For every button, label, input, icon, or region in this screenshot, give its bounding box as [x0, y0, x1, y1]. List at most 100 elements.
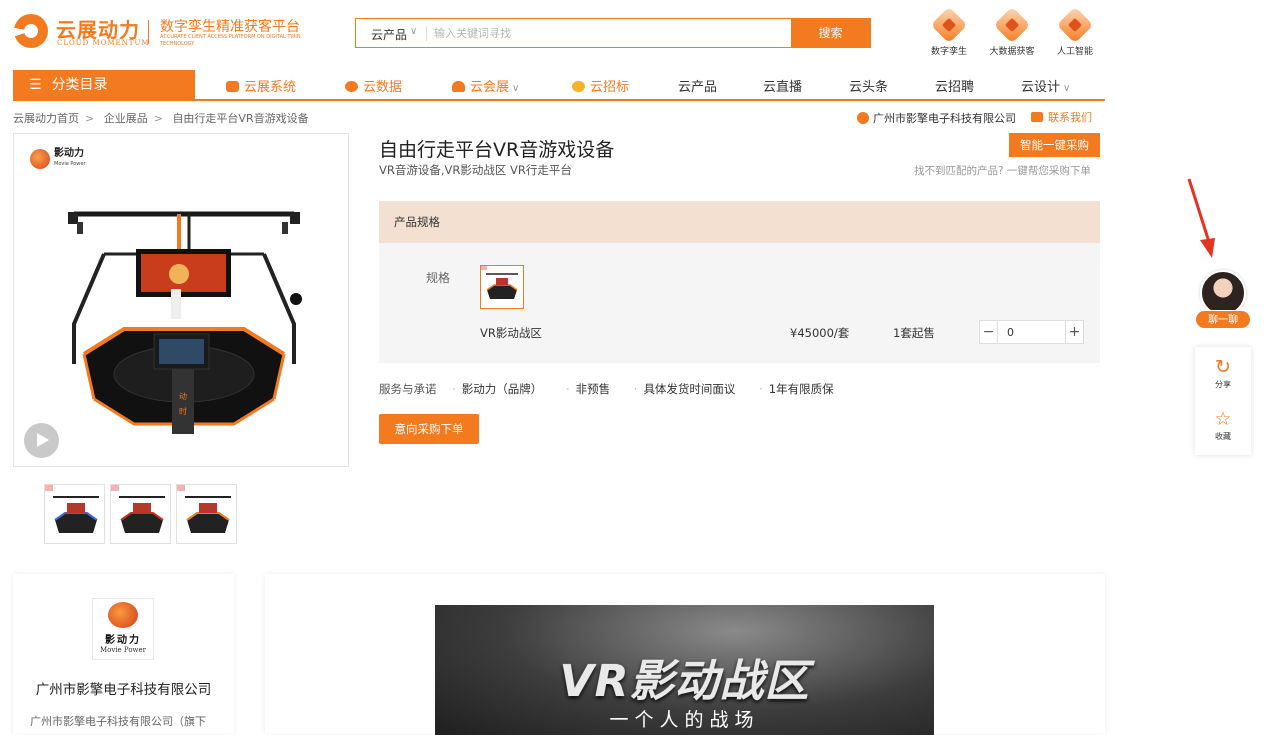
product-banner-image: VR影动战区 一个人的战场: [435, 605, 934, 735]
search-divider: [426, 26, 427, 41]
nav-item-headlines[interactable]: 云头条: [849, 76, 888, 95]
slogan: 数字孪生精准获客平台: [160, 19, 300, 35]
spec-option-name: VR影动战区: [480, 326, 542, 340]
chevron-down-icon[interactable]: ∨: [410, 26, 417, 37]
search-category-select[interactable]: 云产品: [371, 26, 407, 43]
top-link-label: 人工智能: [1056, 47, 1093, 57]
company-logo[interactable]: 影动力 Movie Power: [92, 598, 154, 660]
search-input[interactable]: [434, 23, 784, 43]
spec-label: 规格: [426, 271, 451, 285]
nav-label: 云招标: [590, 80, 630, 95]
logo-text-cn: 影动力: [105, 635, 141, 646]
nav-item-jobs[interactable]: 云招聘: [935, 76, 974, 95]
top-link-ai[interactable]: 人工智能: [1045, 4, 1105, 57]
logo-text-cn: 影动力: [54, 147, 84, 159]
contact-us-label: 联系我们: [1048, 111, 1092, 124]
breadcrumb-separator: >: [85, 112, 95, 125]
thumbnail-image: [177, 485, 231, 533]
product-main-image[interactable]: 影动力 Movie Power 动 时: [13, 133, 349, 467]
brand-divider: [148, 20, 149, 44]
brand-name-en: CLOUD MOMENTUM: [57, 39, 150, 47]
category-menu-button[interactable]: ☰ 分类目录: [13, 70, 195, 101]
conference-icon: [452, 81, 465, 92]
chat-button[interactable]: 聊一聊: [1195, 310, 1251, 329]
quantity-stepper: − +: [979, 320, 1084, 344]
breadcrumb-exhibits[interactable]: 企业展品: [104, 112, 148, 125]
movie-power-logo: 影动力 Movie Power: [30, 148, 86, 169]
svg-text:时: 时: [179, 406, 187, 416]
top-link-digital-twin[interactable]: 数字孪生: [919, 4, 979, 57]
company-logo-icon: [857, 112, 869, 124]
menu-icon: ☰: [29, 77, 42, 93]
favorite-label: 收藏: [1215, 432, 1231, 441]
vr-platform-illustration: 动 时: [68, 211, 302, 434]
quantity-input[interactable]: [1007, 324, 1057, 340]
promise-label: 服务与承诺: [379, 382, 437, 396]
search-bar: 云产品 ∨ 搜索: [355, 18, 871, 48]
category-menu-label: 分类目录: [51, 77, 108, 93]
top-link-label: 大数据获客: [989, 47, 1035, 57]
promise-item: 非预售: [566, 382, 610, 396]
spec-option-image: [481, 266, 518, 299]
chevron-down-icon: ∨: [1063, 83, 1071, 94]
chat-bubble-icon: [1031, 112, 1043, 122]
company-name: 广州市影擎电子科技有限公司: [873, 112, 1016, 125]
breadcrumb-home[interactable]: 云展动力首页: [13, 112, 79, 125]
contact-us-link[interactable]: 联系我们: [1031, 109, 1092, 125]
quantity-plus-button[interactable]: +: [1065, 321, 1083, 343]
ai-icon: [1056, 6, 1094, 44]
service-promise: 服务与承诺 影动力（品牌） 非预售 具体发货时间面议 1年有限质保: [379, 381, 854, 397]
nav-item-cloud-data[interactable]: 云数据: [345, 76, 402, 95]
digital-twin-icon: [930, 6, 968, 44]
nav-item-bidding[interactable]: 云招标: [572, 76, 629, 95]
nav-label: 云展系统: [244, 80, 297, 95]
share-icon: ↻: [1215, 356, 1231, 378]
spec-price: ¥45000/套: [790, 326, 850, 340]
breadcrumb-separator: >: [153, 112, 163, 125]
product-title: 自由行走平台VR音游戏设备: [379, 139, 615, 161]
company-card-name[interactable]: 广州市影擎电子科技有限公司: [13, 678, 234, 698]
spec-header: 产品规格: [379, 201, 1100, 243]
promise-item: 具体发货时间面议: [634, 382, 736, 396]
bidding-icon: [572, 81, 585, 92]
spec-option[interactable]: [480, 265, 524, 309]
nav-label: 云会展: [470, 80, 510, 95]
big-data-icon: [993, 6, 1031, 44]
movie-power-logo-icon: [30, 148, 50, 169]
nav-item-conference[interactable]: 云会展 ∨: [452, 76, 519, 95]
share-label: 分享: [1215, 380, 1231, 389]
smart-purchase-button[interactable]: 智能一键采购: [1009, 133, 1100, 157]
nav-item-products[interactable]: 云产品: [678, 76, 717, 95]
red-arrow-icon: [1187, 178, 1215, 258]
company-card: 影动力 Movie Power 广州市影擎电子科技有限公司 广州市影擎电子科技有…: [13, 574, 234, 734]
nav-item-live[interactable]: 云直播: [763, 76, 802, 95]
nav-item-exhibition[interactable]: 云展系统: [226, 76, 296, 95]
slogan-en: ACCURATE CLIENT ACCESS PLATFORM ON DIGIT…: [160, 34, 301, 47]
favorite-button[interactable]: ☆ 收藏: [1195, 409, 1251, 442]
spec-min-order: 1套起售: [893, 326, 935, 340]
logo-text-en: Movie Power: [99, 646, 147, 654]
thumbnail[interactable]: [44, 484, 105, 544]
nav-label: 云数据: [363, 80, 403, 95]
brand-logo-icon[interactable]: [14, 14, 48, 48]
product-subtitle: VR音游设备,VR影动战区 VR行走平台: [379, 163, 572, 177]
promise-item: 影动力（品牌）: [452, 382, 542, 396]
nav-item-design[interactable]: 云设计 ∨: [1021, 76, 1070, 95]
floating-panel: ↻ 分享 ☆ 收藏: [1195, 347, 1251, 455]
thumbnail[interactable]: [176, 484, 237, 544]
exhibition-icon: [226, 81, 239, 92]
company-link[interactable]: 广州市影擎电子科技有限公司: [857, 110, 1016, 126]
not-found-link[interactable]: 找不到匹配的产品? 一键帮您采购下单: [914, 163, 1091, 178]
quantity-minus-button[interactable]: −: [980, 321, 998, 343]
share-button[interactable]: ↻ 分享: [1195, 357, 1251, 390]
thumbnail[interactable]: [110, 484, 171, 544]
thumbnail-image: [111, 485, 165, 533]
chevron-down-icon: ∨: [512, 83, 520, 94]
product-detail-panel: VR影动战区 一个人的战场: [265, 574, 1105, 735]
search-button[interactable]: 搜索: [791, 19, 870, 47]
breadcrumb-current: 自由行走平台VR音游戏设备: [172, 112, 309, 125]
intent-order-button[interactable]: 意向采购下单: [379, 414, 479, 444]
play-video-button[interactable]: [24, 423, 59, 458]
logo-text-en: Movie Power: [54, 160, 86, 167]
top-link-big-data[interactable]: 大数据获客: [982, 4, 1042, 57]
